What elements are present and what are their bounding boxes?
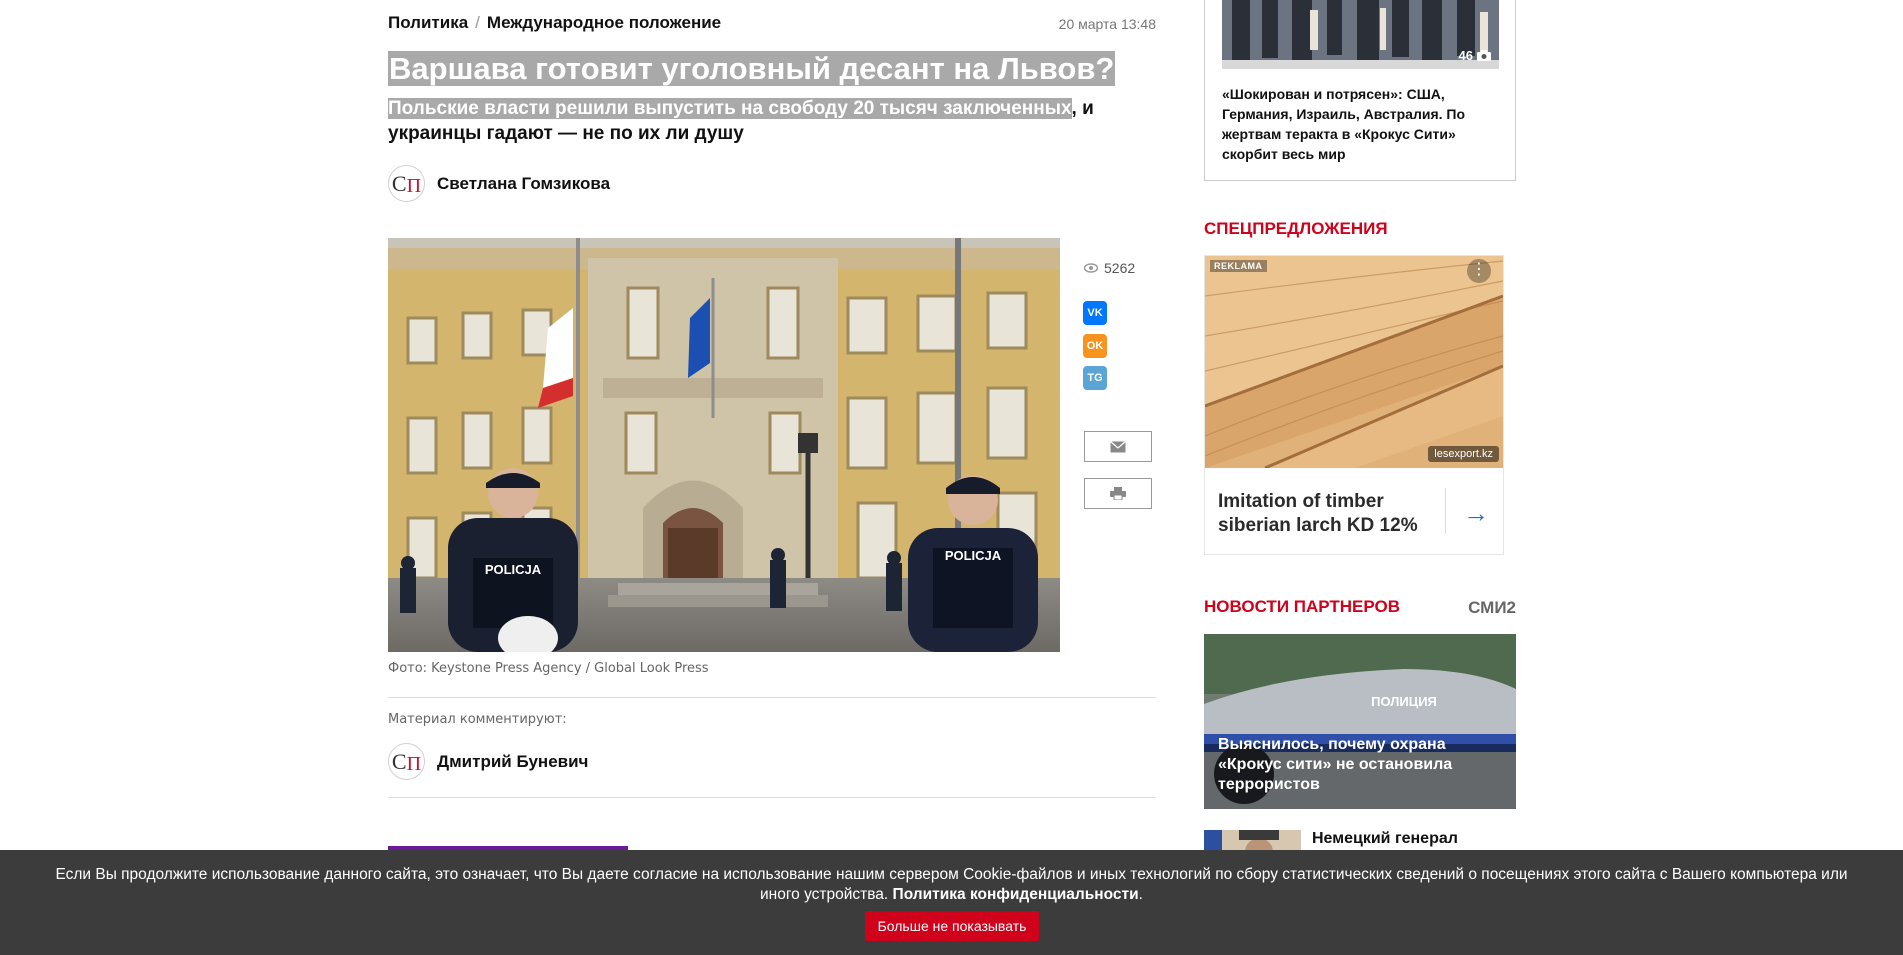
- government-building-photo: POLICJA POLICJA: [388, 238, 1060, 652]
- vk-share-button[interactable]: VK: [1083, 301, 1107, 325]
- cookie-banner: Если Вы продолжите использование данного…: [0, 850, 1903, 955]
- article-lead: Польские власти решили выпустить на своб…: [388, 96, 1148, 146]
- special-offers-title: Спецпредложения: [1204, 219, 1388, 238]
- commentators-label: Материал комментируют:: [388, 712, 567, 727]
- cookie-period: .: [1138, 886, 1143, 903]
- article-headline: Варшава готовит уголовный десант на Льво…: [388, 50, 1116, 87]
- vk-icon: VK: [1087, 307, 1103, 319]
- commentator-block[interactable]: СП Дмитрий Буневич: [388, 743, 588, 780]
- gallery-thumbnail[interactable]: 46: [1222, 0, 1499, 69]
- author-name[interactable]: Светлана Гомзикова: [437, 174, 610, 194]
- sp-logo-icon: СП: [388, 165, 425, 202]
- crowd-photo: [1222, 0, 1499, 69]
- gallery-headline[interactable]: «Шокирован и потрясен»: США, Германия, И…: [1222, 84, 1507, 164]
- author-block[interactable]: СП Светлана Гомзикова: [388, 165, 610, 202]
- photo-caption: Фото: Keystone Press Agency / Global Loo…: [388, 661, 709, 676]
- arrow-right-icon[interactable]: →: [1463, 498, 1489, 529]
- partner-news-title: Новости партнеров: [1204, 597, 1400, 616]
- officer-vest-label-left: POLICJA: [485, 562, 542, 577]
- email-button[interactable]: [1084, 431, 1152, 462]
- ad-label: REKLAMA: [1210, 260, 1267, 272]
- gallery-photo-count: 46: [1459, 48, 1491, 63]
- ok-share-button[interactable]: OK: [1083, 334, 1107, 358]
- ad-domain[interactable]: lesexport.kz: [1428, 446, 1499, 462]
- sp-logo-icon: СП: [388, 743, 425, 780]
- lead-highlighted-text: Польские власти решили выпустить на своб…: [388, 98, 1072, 119]
- breadcrumb-separator: /: [475, 13, 480, 32]
- partner-news-headline[interactable]: Выяснилось, почему охрана «Крокус сити» …: [1218, 735, 1508, 795]
- promo-ad[interactable]: REKLAMA ⋮ lesexport.kz Imitation of timb…: [1204, 255, 1504, 555]
- gallery-count-value: 46: [1458, 48, 1473, 63]
- divider: [388, 697, 1156, 698]
- printer-icon: [1110, 487, 1126, 500]
- camera-icon: [1477, 50, 1491, 61]
- partner-news-headline-2[interactable]: Немецкий генерал: [1312, 830, 1458, 848]
- breadcrumb-subsection-link[interactable]: Международное положение: [487, 13, 721, 32]
- article-photo: POLICJA POLICJA: [388, 238, 1060, 652]
- eye-icon: [1084, 263, 1098, 273]
- breadcrumb-section-link[interactable]: Политика: [388, 13, 468, 32]
- headline-text: Варшава готовит уголовный десант на Льво…: [388, 51, 1116, 86]
- telegram-icon: TG: [1087, 372, 1103, 384]
- commentator-name[interactable]: Дмитрий Буневич: [437, 752, 588, 772]
- gallery-card[interactable]: 46 «Шокирован и потрясен»: США, Германия…: [1204, 0, 1516, 181]
- timber-boards-photo: [1205, 256, 1503, 468]
- view-count: 5262: [1104, 260, 1136, 276]
- cookie-text: Если Вы продолжите использование данного…: [40, 865, 1863, 905]
- promo-text[interactable]: Imitation of timber siberian larch KD 12…: [1218, 490, 1428, 538]
- kebab-menu-icon[interactable]: ⋮: [1467, 259, 1491, 283]
- breadcrumb: Политика / Международное положение: [388, 13, 721, 33]
- officer-vest-label-right: POLICJA: [945, 548, 1002, 563]
- odnoklassniki-icon: OK: [1086, 340, 1104, 352]
- privacy-policy-link[interactable]: Политика конфиденциальности: [893, 886, 1139, 903]
- partner-news-card[interactable]: ПОЛИЦИЯ Выяснилось, почему охрана «Кроку…: [1204, 634, 1516, 809]
- publish-date: 20 марта 13:48: [1058, 16, 1156, 32]
- telegram-share-button[interactable]: TG: [1083, 366, 1107, 390]
- promo-image[interactable]: REKLAMA ⋮ lesexport.kz: [1205, 256, 1503, 468]
- view-counter: 5262: [1084, 260, 1135, 276]
- envelope-icon: [1110, 440, 1126, 452]
- police-car-sign: ПОЛИЦИЯ: [1371, 694, 1437, 709]
- dont-show-again-button[interactable]: Больше не показывать: [865, 911, 1039, 941]
- divider: [388, 797, 1156, 798]
- promo-divider: [1445, 488, 1446, 534]
- smi2-logo[interactable]: СМИ2: [1468, 598, 1516, 618]
- print-button[interactable]: [1084, 478, 1152, 509]
